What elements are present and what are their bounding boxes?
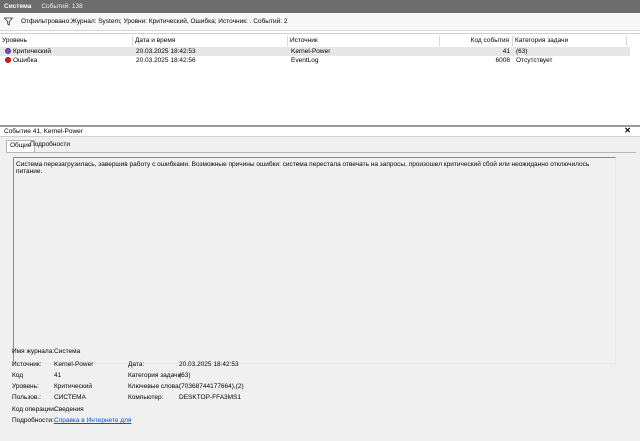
event-message[interactable]: Система перезагрузилась, завершив работу… — [13, 157, 616, 364]
source-label: Источник: — [12, 361, 42, 368]
filter-bar: Отфильтровано:Журнал: System; Уровни: Кр… — [0, 13, 640, 31]
log-name-value: Система — [54, 348, 81, 355]
log-title: Система — [4, 3, 32, 10]
keywords-value: (70368744177664),(2) — [179, 383, 244, 390]
tab-divider — [6, 152, 636, 153]
details-title: Событие 41, Kernel-Power — [4, 128, 83, 135]
table-row[interactable]: Ошибка 20.03.2025 18:42:56 EventLog 6008… — [0, 56, 630, 65]
error-icon — [5, 57, 11, 63]
column-datetime[interactable]: Дата и время — [133, 36, 288, 46]
column-source[interactable]: Источник — [288, 36, 440, 46]
table-header: Уровень Дата и время Источник Код событи… — [0, 36, 640, 46]
details-pane: Общие Подробности Система перезагрузилас… — [0, 137, 640, 441]
event-count: Событий: 138 — [41, 3, 83, 10]
computer-label: Компьютер: — [128, 394, 164, 401]
filter-icon — [3, 17, 14, 26]
row-event-id: 6008 — [495, 57, 510, 64]
task-label: Категория задачи: — [128, 372, 183, 379]
row-task: Отсутствует — [516, 57, 553, 64]
tab-details[interactable]: Подробности — [27, 140, 73, 151]
code-label: Код — [12, 372, 24, 379]
column-task[interactable]: Категория задачи — [513, 36, 627, 46]
opcode-label: Код операции: — [12, 406, 56, 413]
row-level: Ошибка — [13, 57, 38, 64]
events-table: Уровень Дата и время Источник Код событи… — [0, 33, 640, 125]
filter-text: Отфильтровано:Журнал: System; Уровни: Кр… — [21, 18, 288, 25]
level-value: Критический — [54, 383, 92, 390]
column-level[interactable]: Уровень — [0, 36, 133, 46]
row-event-id: 41 — [502, 48, 510, 55]
row-source: Kernel-Power — [291, 48, 331, 55]
more-info-label: Подробности: — [12, 417, 54, 424]
event-message-text: Система перезагрузилась, завершив работу… — [16, 161, 590, 175]
source-value: Kernel-Power — [54, 361, 94, 368]
row-level: Критический — [13, 48, 51, 55]
level-label: Уровень: — [12, 383, 39, 390]
details-header: Событие 41, Kernel-Power ✕ — [0, 126, 640, 137]
table-row[interactable]: Критический 20.03.2025 18:42:53 Kernel-P… — [0, 47, 630, 56]
date-label: Дата: — [128, 361, 145, 368]
column-event-id[interactable]: Код события — [440, 36, 513, 46]
critical-icon — [5, 48, 11, 54]
row-source: EventLog — [291, 57, 319, 64]
computer-value: DESKTOP-FFA3MS1 — [179, 394, 242, 401]
user-value: СИСТЕМА — [54, 394, 86, 401]
user-label: Пользов.: — [12, 394, 41, 401]
log-name-label: Имя журнала: — [12, 348, 55, 355]
row-datetime: 20.03.2025 18:42:53 — [136, 48, 196, 55]
online-help-link[interactable]: Справка в Интернете для — [54, 417, 131, 424]
task-value: (63) — [179, 372, 191, 379]
title-bar: Система Событий: 138 — [0, 0, 640, 13]
date-value: 20.03.2025 18:42:53 — [179, 361, 239, 368]
row-datetime: 20.03.2025 18:42:56 — [136, 57, 196, 64]
code-value: 41 — [54, 372, 62, 379]
opcode-value: Сведения — [54, 406, 84, 413]
row-task: (63) — [516, 48, 528, 55]
keywords-label: Ключевые слова: — [128, 383, 181, 390]
close-icon[interactable]: ✕ — [624, 126, 631, 135]
